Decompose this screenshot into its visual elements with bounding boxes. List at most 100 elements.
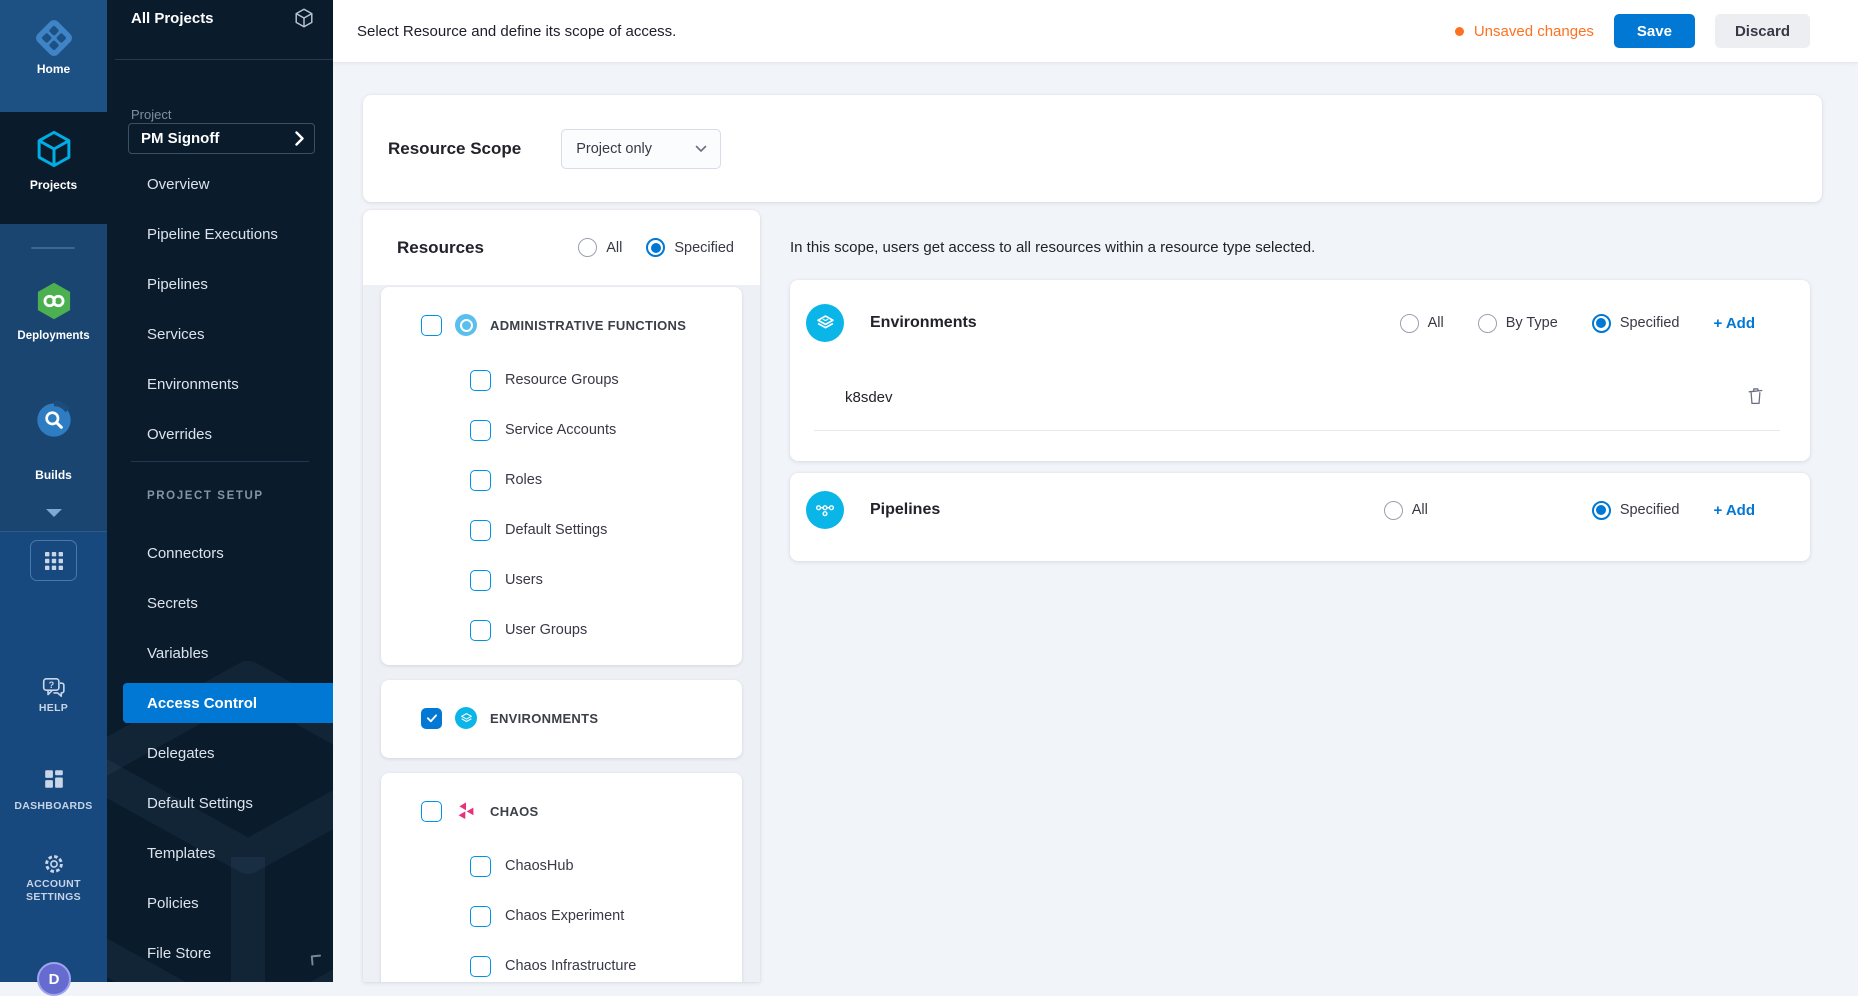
rail-label-help[interactable]: HELP bbox=[0, 702, 107, 715]
resource-type-users[interactable]: Users bbox=[381, 555, 742, 605]
main-area: Select Resource and define its scope of … bbox=[333, 0, 1858, 982]
group-header-row[interactable]: CHAOS bbox=[381, 781, 742, 841]
sidenav-item-delegates[interactable]: Delegates bbox=[107, 728, 333, 778]
sidenav-item-overrides[interactable]: Overrides bbox=[107, 409, 333, 459]
resource-groups-tray: ADMINISTRATIVE FUNCTIONS Resource Groups… bbox=[363, 285, 760, 982]
group-header-row[interactable]: ENVIRONMENTS bbox=[381, 688, 742, 748]
resource-type-chaoshub[interactable]: ChaosHub bbox=[381, 841, 742, 891]
chevron-down-icon[interactable] bbox=[45, 505, 63, 523]
resource-type-chaos-experiment[interactable]: Chaos Experiment bbox=[381, 891, 742, 941]
checkbox[interactable] bbox=[421, 315, 442, 336]
sidenav-item-pipeline-executions[interactable]: Pipeline Executions bbox=[107, 209, 333, 259]
sidenav-item-environments[interactable]: Environments bbox=[107, 359, 333, 409]
radio-icon[interactable] bbox=[1592, 314, 1611, 333]
cube-icon[interactable] bbox=[293, 7, 315, 34]
resource-type-chaos-infrastructure[interactable]: Chaos Infrastructure bbox=[381, 941, 742, 982]
sidenav-item-policies[interactable]: Policies bbox=[107, 878, 333, 928]
rail-divider bbox=[31, 247, 75, 249]
checkbox[interactable] bbox=[470, 470, 491, 491]
resource-type-roles[interactable]: Roles bbox=[381, 455, 742, 505]
unsaved-changes-label: Unsaved changes bbox=[1474, 23, 1594, 40]
projects-cube-icon[interactable] bbox=[33, 128, 75, 175]
resource-type-service-accounts[interactable]: Service Accounts bbox=[381, 405, 742, 455]
radio-label: All bbox=[1412, 502, 1428, 518]
radio-option-specified[interactable]: Specified bbox=[1592, 501, 1680, 520]
rail-divider bbox=[0, 531, 107, 532]
project-selector[interactable]: PM Signoff bbox=[128, 123, 315, 154]
trash-icon[interactable] bbox=[1746, 385, 1765, 410]
rail-label-deployments[interactable]: Deployments bbox=[0, 330, 107, 342]
gear-icon[interactable] bbox=[42, 852, 66, 881]
topbar: Select Resource and define its scope of … bbox=[333, 0, 1858, 63]
checkbox[interactable] bbox=[470, 906, 491, 927]
radio-option-all[interactable]: All bbox=[1384, 501, 1428, 520]
add-pipeline-link[interactable]: + Add bbox=[1713, 502, 1755, 519]
svg-text:?: ? bbox=[48, 680, 54, 690]
all-projects-link[interactable]: All Projects bbox=[131, 10, 214, 27]
environments-icon bbox=[806, 304, 844, 342]
rail-label-projects[interactable]: Projects bbox=[0, 178, 107, 192]
checkbox[interactable] bbox=[470, 520, 491, 541]
sidenav-item-file-store[interactable]: File Store bbox=[107, 928, 333, 978]
sidenav-item-connectors[interactable]: Connectors bbox=[107, 528, 333, 578]
radio-icon[interactable] bbox=[1384, 501, 1403, 520]
resource-group-chaos: CHAOS ChaosHub Chaos Experiment Chaos In… bbox=[381, 773, 742, 982]
radio-icon[interactable] bbox=[1400, 314, 1419, 333]
rail-label-home[interactable]: Home bbox=[0, 62, 107, 76]
module-picker-button[interactable] bbox=[30, 540, 77, 581]
home-icon[interactable] bbox=[32, 16, 76, 65]
resource-type-user-groups[interactable]: User Groups bbox=[381, 605, 742, 655]
resource-type-label: Service Accounts bbox=[505, 422, 616, 438]
radio-option-by-type[interactable]: By Type bbox=[1478, 314, 1558, 333]
checkbox[interactable] bbox=[470, 620, 491, 641]
rail-label-account-settings[interactable]: ACCOUNT SETTINGS bbox=[0, 878, 107, 904]
sidenav-item-pipelines[interactable]: Pipelines bbox=[107, 259, 333, 309]
avatar[interactable]: D bbox=[37, 962, 71, 996]
save-button[interactable]: Save bbox=[1614, 14, 1695, 48]
checkbox[interactable] bbox=[470, 570, 491, 591]
group-header-row[interactable]: ADMINISTRATIVE FUNCTIONS bbox=[381, 295, 742, 355]
resource-type-resource-groups[interactable]: Resource Groups bbox=[381, 355, 742, 405]
checkbox[interactable] bbox=[421, 708, 442, 729]
sidenav-item-variables[interactable]: Variables bbox=[107, 628, 333, 678]
add-environment-link[interactable]: + Add bbox=[1713, 315, 1755, 332]
deployments-icon[interactable] bbox=[33, 280, 75, 327]
sidenav-item-templates[interactable]: Templates bbox=[107, 828, 333, 878]
checkbox[interactable] bbox=[421, 801, 442, 822]
resource-scope-dropdown[interactable]: Project only bbox=[561, 129, 721, 169]
radio-option-all[interactable]: All bbox=[1400, 314, 1444, 333]
radio-option-specified[interactable]: Specified bbox=[1592, 314, 1680, 333]
help-icon[interactable]: ? bbox=[41, 676, 67, 705]
radio-icon[interactable] bbox=[1478, 314, 1497, 333]
checkbox[interactable] bbox=[470, 370, 491, 391]
radio-icon[interactable] bbox=[578, 238, 597, 257]
collapse-sidenav-icon[interactable] bbox=[305, 949, 325, 974]
checkbox[interactable] bbox=[470, 856, 491, 877]
resources-panel: Resources All Specified bbox=[363, 210, 760, 982]
rail-label-builds[interactable]: Builds bbox=[0, 468, 107, 482]
card-controls: All Specified + Add bbox=[1384, 501, 1755, 520]
builds-icon[interactable] bbox=[34, 400, 74, 445]
sidenav-item-secrets[interactable]: Secrets bbox=[107, 578, 333, 628]
resource-group-environments: ENVIRONMENTS bbox=[381, 680, 742, 758]
resource-type-label: User Groups bbox=[505, 622, 587, 638]
environment-name: k8sdev bbox=[845, 389, 893, 406]
dashboards-icon[interactable] bbox=[43, 768, 65, 795]
checkbox[interactable] bbox=[470, 420, 491, 441]
discard-button[interactable]: Discard bbox=[1715, 14, 1810, 48]
sidenav-item-overview[interactable]: Overview bbox=[107, 159, 333, 209]
project-setup-section-label: PROJECT SETUP bbox=[147, 490, 264, 502]
resource-type-default-settings[interactable]: Default Settings bbox=[381, 505, 742, 555]
card-header: Pipelines All Specified + Add bbox=[790, 474, 1810, 546]
radio-icon[interactable] bbox=[646, 238, 665, 257]
admin-functions-icon bbox=[455, 314, 477, 336]
rail-bottom-background bbox=[0, 531, 107, 982]
sidenav-item-access-control[interactable]: Access Control bbox=[123, 683, 333, 723]
radio-option-all[interactable]: All bbox=[578, 238, 622, 257]
radio-icon[interactable] bbox=[1592, 501, 1611, 520]
sidenav-item-services[interactable]: Services bbox=[107, 309, 333, 359]
radio-option-specified[interactable]: Specified bbox=[646, 238, 734, 257]
sidenav-item-default-settings[interactable]: Default Settings bbox=[107, 778, 333, 828]
checkbox[interactable] bbox=[470, 956, 491, 977]
rail-label-dashboards[interactable]: DASHBOARDS bbox=[0, 800, 107, 813]
